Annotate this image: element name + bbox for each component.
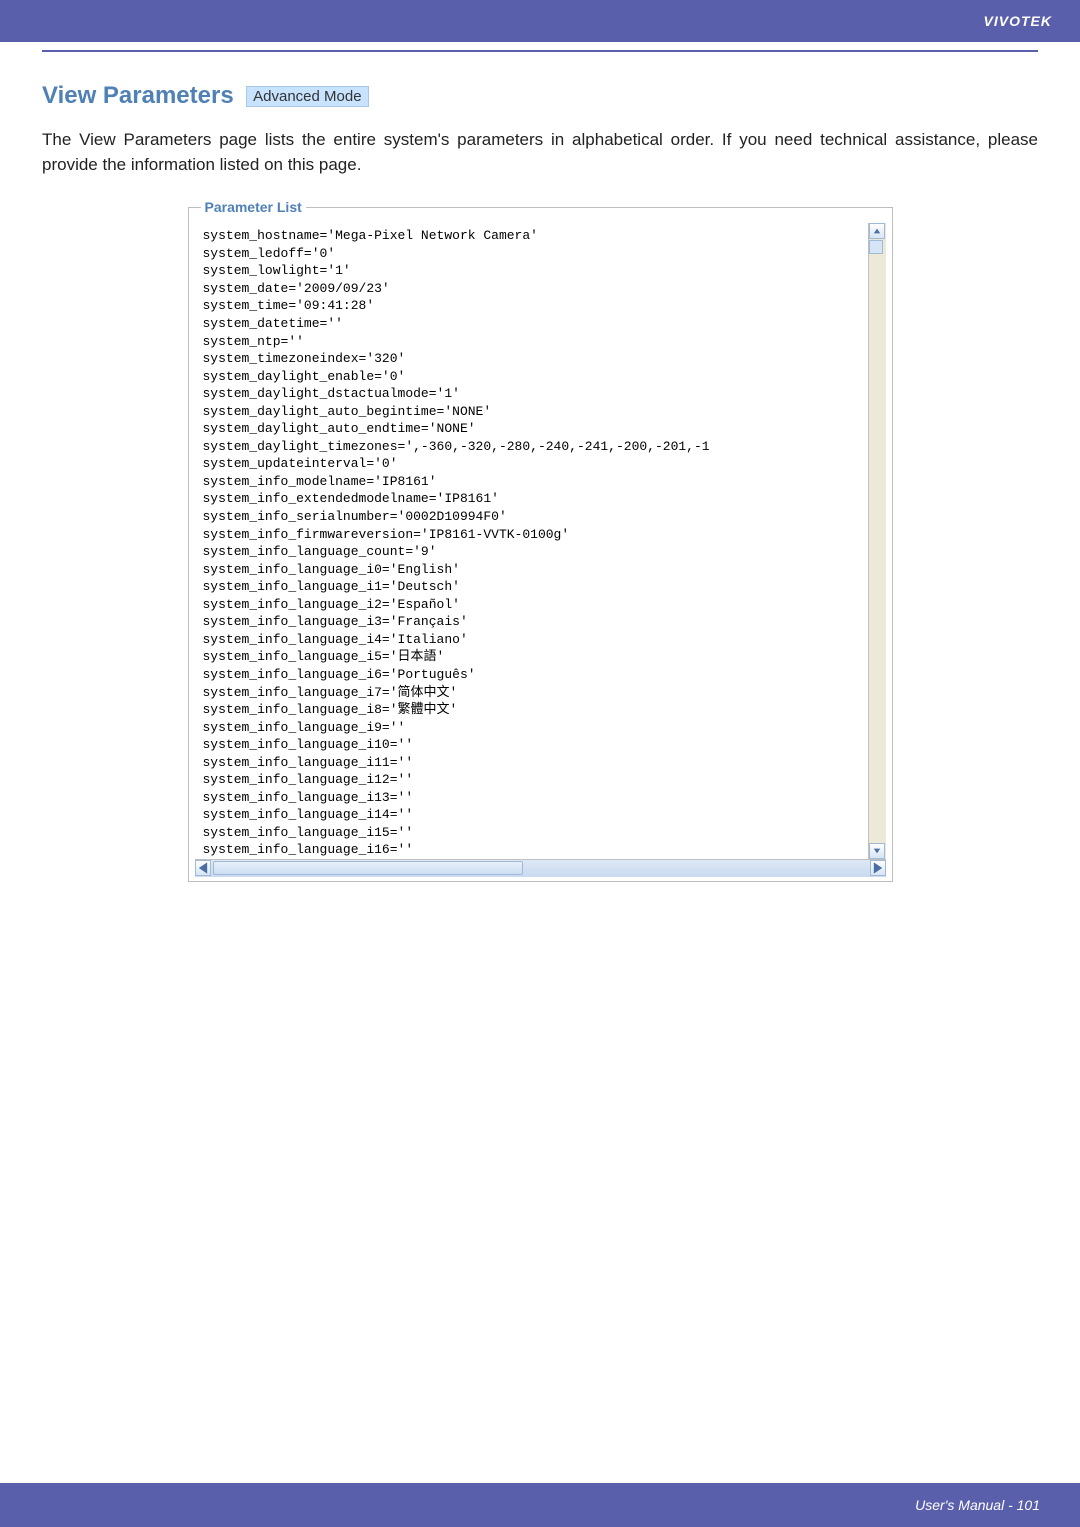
page-title: View Parameters bbox=[42, 82, 234, 110]
horizontal-scrollbar[interactable] bbox=[195, 859, 886, 877]
param-line: system_time='09:41:28' bbox=[203, 297, 866, 315]
param-line: system_info_language_count='9' bbox=[203, 543, 866, 561]
param-line: system_info_serialnumber='0002D10994F0' bbox=[203, 508, 866, 526]
scroll-right-icon[interactable] bbox=[870, 860, 886, 876]
param-line: system_timezoneindex='320' bbox=[203, 350, 866, 368]
param-line: system_info_language_i4='Italiano' bbox=[203, 631, 866, 649]
scroll-thumb-vertical[interactable] bbox=[869, 240, 883, 254]
header-bar: VIVOTEK bbox=[0, 0, 1080, 42]
param-line: system_info_language_i3='Français' bbox=[203, 613, 866, 631]
param-line: system_info_extendedmodelname='IP8161' bbox=[203, 490, 866, 508]
param-line: system_info_language_i13='' bbox=[203, 789, 866, 807]
param-line: system_info_language_i11='' bbox=[203, 754, 866, 772]
param-line: system_info_language_i14='' bbox=[203, 806, 866, 824]
param-line: system_info_language_i0='English' bbox=[203, 561, 866, 579]
param-line: system_info_language_i16='' bbox=[203, 841, 866, 859]
param-line: system_updateinterval='0' bbox=[203, 455, 866, 473]
param-line: system_date='2009/09/23' bbox=[203, 280, 866, 298]
param-line: system_daylight_enable='0' bbox=[203, 368, 866, 386]
param-line: system_info_language_i9='' bbox=[203, 719, 866, 737]
scroll-down-icon[interactable] bbox=[869, 843, 885, 859]
param-line: system_info_firmwareversion='IP8161-VVTK… bbox=[203, 526, 866, 544]
param-line: system_info_language_i7='简体中文' bbox=[203, 684, 866, 702]
scroll-up-icon[interactable] bbox=[869, 223, 885, 239]
param-line: system_info_language_i2='Español' bbox=[203, 596, 866, 614]
panel-legend: Parameter List bbox=[201, 199, 306, 215]
param-line: system_lowlight='1' bbox=[203, 262, 866, 280]
list-body: system_hostname='Mega-Pixel Network Came… bbox=[195, 223, 886, 859]
param-line: system_info_language_i10='' bbox=[203, 736, 866, 754]
parameter-fieldset: Parameter List system_hostname='Mega-Pix… bbox=[188, 199, 893, 882]
param-line: system_ntp='' bbox=[203, 333, 866, 351]
vertical-scrollbar[interactable] bbox=[868, 223, 886, 859]
param-line: system_daylight_auto_begintime='NONE' bbox=[203, 403, 866, 421]
parameter-panel: Parameter List system_hostname='Mega-Pix… bbox=[188, 199, 893, 882]
param-line: system_info_language_i15='' bbox=[203, 824, 866, 842]
parameter-lines[interactable]: system_hostname='Mega-Pixel Network Came… bbox=[195, 223, 868, 859]
param-line: system_hostname='Mega-Pixel Network Came… bbox=[203, 227, 866, 245]
param-line: system_daylight_timezones=',-360,-320,-2… bbox=[203, 438, 866, 456]
param-line: system_ledoff='0' bbox=[203, 245, 866, 263]
param-line: system_info_language_i8='繁體中文' bbox=[203, 701, 866, 719]
param-line: system_info_modelname='IP8161' bbox=[203, 473, 866, 491]
param-line: system_info_language_i5='日本語' bbox=[203, 648, 866, 666]
content-area: View Parameters Advanced Mode The View P… bbox=[0, 52, 1080, 882]
param-line: system_info_language_i1='Deutsch' bbox=[203, 578, 866, 596]
scroll-left-icon[interactable] bbox=[195, 860, 211, 876]
parameter-listbox: system_hostname='Mega-Pixel Network Came… bbox=[195, 223, 886, 877]
footer-bar: User's Manual - 101 bbox=[0, 1483, 1080, 1527]
param-line: system_daylight_auto_endtime='NONE' bbox=[203, 420, 866, 438]
scroll-thumb-horizontal[interactable] bbox=[213, 861, 524, 875]
param-line: system_daylight_dstactualmode='1' bbox=[203, 385, 866, 403]
brand-text: VIVOTEK bbox=[984, 13, 1052, 29]
footer-text: User's Manual - 101 bbox=[915, 1497, 1040, 1513]
mode-badge: Advanced Mode bbox=[246, 86, 368, 107]
param-line: system_info_language_i6='Português' bbox=[203, 666, 866, 684]
param-line: system_info_language_i12='' bbox=[203, 771, 866, 789]
intro-text: The View Parameters page lists the entir… bbox=[42, 128, 1038, 177]
param-line: system_datetime='' bbox=[203, 315, 866, 333]
